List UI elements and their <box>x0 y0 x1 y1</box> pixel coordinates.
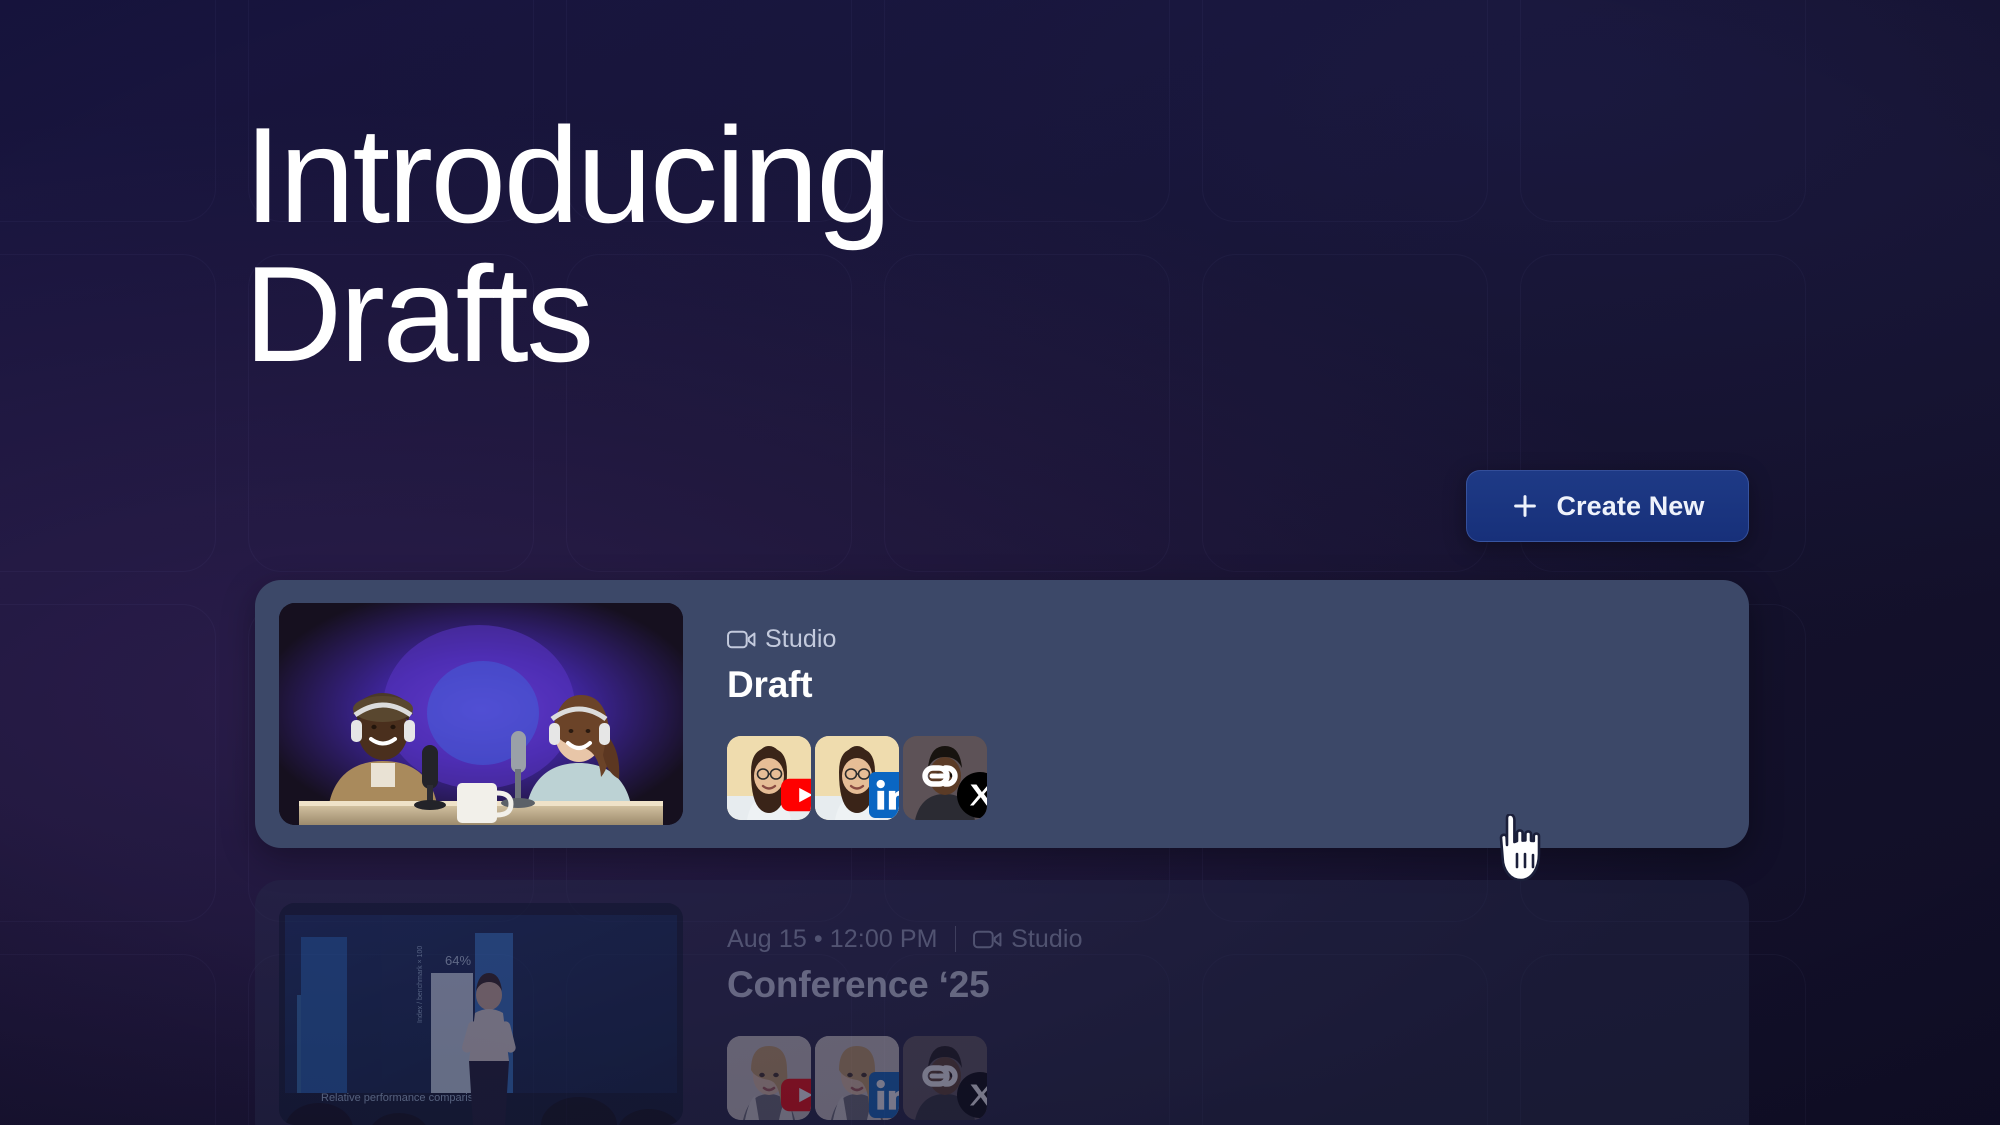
destination-avatar-x[interactable] <box>903 1036 987 1120</box>
drafts-list: Studio Draft 64% Index / benchmark × 100… <box>255 580 1749 1125</box>
linkedin-badge-icon <box>869 772 899 818</box>
svg-text:Relative performance compariso: Relative performance comparison <box>321 1092 485 1104</box>
link-icon <box>919 1056 959 1096</box>
draft-thumbnail-podcast[interactable] <box>279 603 683 825</box>
destination-avatar-youtube[interactable] <box>727 1036 811 1120</box>
background-grid-cell <box>0 954 216 1125</box>
create-new-label: Create New <box>1556 490 1705 521</box>
draft-card-meta: Aug 15 • 12:00 PM Studio <box>727 922 1725 956</box>
video-camera-icon <box>727 629 756 650</box>
draft-thumbnail-conference[interactable]: 64% Index / benchmark × 100 Relative per… <box>279 903 683 1125</box>
draft-card-destinations <box>727 1036 1725 1120</box>
create-new-button[interactable]: Create New <box>1466 470 1749 542</box>
draft-card-active[interactable]: Studio Draft <box>255 580 1749 848</box>
destination-avatar-linkedin[interactable] <box>815 1036 899 1120</box>
draft-card-title: Conference ‘25 <box>727 964 990 1005</box>
background-grid-cell <box>0 0 216 222</box>
draft-card-title: Draft <box>727 664 813 705</box>
background-grid-cell <box>0 604 216 922</box>
meta-separator <box>954 926 957 952</box>
svg-text:64%: 64% <box>445 953 471 968</box>
background-grid-cell <box>1202 0 1488 222</box>
draft-card-source: Studio <box>1011 924 1083 953</box>
youtube-badge-icon <box>781 1072 811 1118</box>
draft-card-body: Studio Draft <box>707 604 1725 824</box>
background-grid-cell <box>1202 254 1488 572</box>
linkedin-badge-icon <box>869 1072 899 1118</box>
youtube-badge-icon <box>781 772 811 818</box>
page-title: Introducing Drafts <box>244 106 1244 383</box>
video-camera-icon <box>973 929 1002 950</box>
draft-card-meta: Studio <box>727 622 1725 656</box>
background-grid-cell <box>0 254 216 572</box>
destination-avatar-linkedin[interactable] <box>815 736 899 820</box>
destination-avatar-youtube[interactable] <box>727 736 811 820</box>
draft-card-destinations <box>727 736 1725 820</box>
destination-avatar-x[interactable] <box>903 736 987 820</box>
page-title-line-1: Introducing <box>244 99 892 251</box>
draft-card-source: Studio <box>765 624 837 653</box>
draft-card-body: Aug 15 • 12:00 PM Studio Conference ‘25 <box>707 904 1725 1124</box>
plus-icon <box>1510 491 1540 521</box>
x-badge-icon <box>957 772 987 818</box>
page-title-line-2: Drafts <box>244 237 594 390</box>
background-grid-cell <box>1520 0 1806 222</box>
draft-card-date: Aug 15 • 12:00 PM <box>727 924 938 953</box>
draft-card-conference[interactable]: 64% Index / benchmark × 100 Relative per… <box>255 880 1749 1125</box>
x-badge-icon <box>957 1072 987 1118</box>
svg-text:Index / benchmark × 100: Index / benchmark × 100 <box>417 946 424 1023</box>
link-icon <box>919 756 959 796</box>
